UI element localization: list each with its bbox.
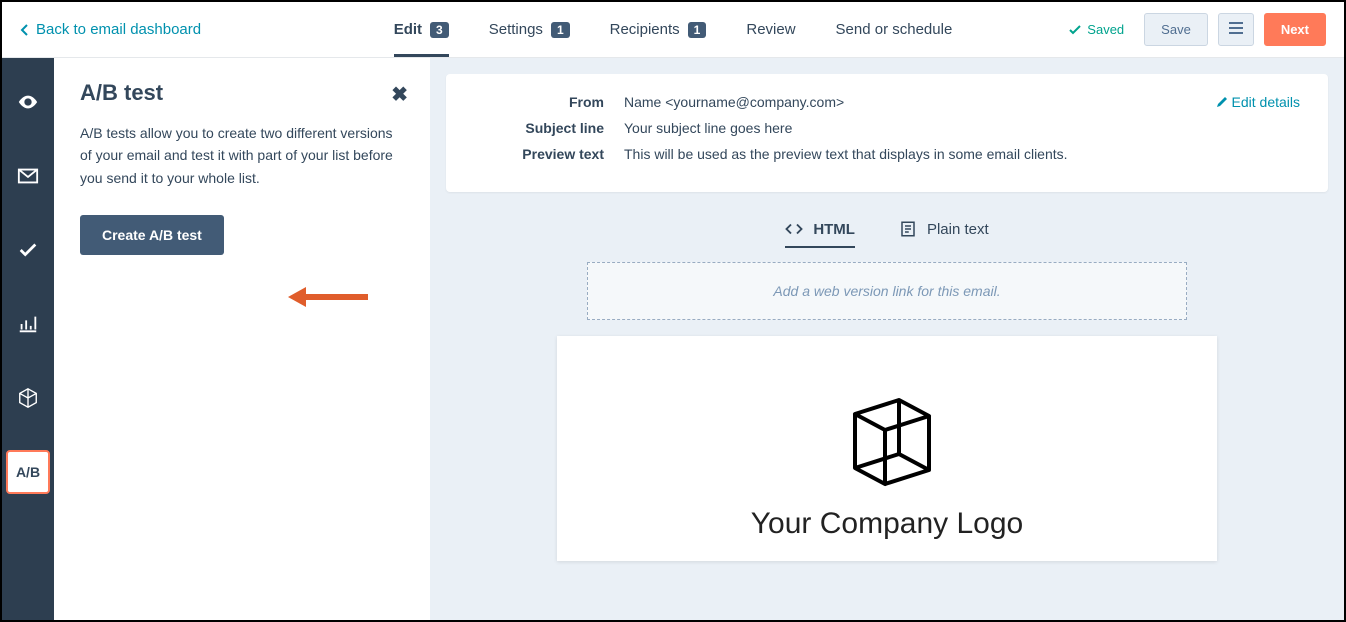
- from-value: Name <yourname@company.com>: [624, 94, 844, 110]
- preview-row: Preview text This will be used as the pr…: [474, 146, 1300, 162]
- rail-analytics[interactable]: [6, 302, 50, 346]
- rail-module[interactable]: [6, 376, 50, 420]
- subject-label: Subject line: [474, 120, 624, 136]
- subject-value: Your subject line goes here: [624, 120, 792, 136]
- header-actions: Saved Save Next: [1069, 13, 1326, 46]
- saved-indicator: Saved: [1069, 22, 1124, 37]
- tab-send[interactable]: Send or schedule: [836, 2, 953, 57]
- edit-details-label: Edit details: [1232, 94, 1300, 110]
- chart-icon: [17, 313, 39, 335]
- next-button[interactable]: Next: [1264, 13, 1326, 46]
- tab-edit[interactable]: Edit 3: [394, 2, 449, 57]
- view-tab-label: Plain text: [927, 221, 989, 238]
- menu-icon: [1229, 22, 1243, 34]
- tab-recipients[interactable]: Recipients 1: [610, 2, 707, 57]
- tab-label: Edit: [394, 21, 422, 38]
- back-label: Back to email dashboard: [36, 21, 201, 38]
- icon-rail: A/B: [2, 58, 54, 620]
- subject-row: Subject line Your subject line goes here: [474, 120, 1300, 136]
- close-icon[interactable]: ✖: [391, 82, 408, 107]
- arrow-icon: [288, 284, 368, 310]
- eye-icon: [17, 91, 39, 113]
- view-tabs: HTML Plain text: [446, 220, 1328, 248]
- tab-label: Send or schedule: [836, 21, 953, 38]
- panel-description: A/B tests allow you to create two differ…: [80, 122, 404, 189]
- company-logo: [577, 376, 1197, 499]
- main: A/B ✖ A/B test A/B tests allow you to cr…: [2, 58, 1344, 620]
- ab-panel: ✖ A/B test A/B tests allow you to create…: [54, 58, 430, 620]
- logo-text: Your Company Logo: [577, 507, 1197, 541]
- cube-icon: [827, 376, 947, 496]
- check-icon: [17, 239, 39, 261]
- tab-settings[interactable]: Settings 1: [489, 2, 570, 57]
- check-icon: [1069, 24, 1081, 36]
- view-tab-plain[interactable]: Plain text: [899, 220, 989, 248]
- back-link[interactable]: Back to email dashboard: [20, 21, 201, 38]
- rail-send[interactable]: [6, 154, 50, 198]
- edit-details-link[interactable]: Edit details: [1216, 94, 1300, 110]
- menu-button[interactable]: [1218, 13, 1254, 46]
- preview-value: This will be used as the preview text th…: [624, 146, 1068, 162]
- rail-check[interactable]: [6, 228, 50, 272]
- rail-preview[interactable]: [6, 80, 50, 124]
- view-tab-html[interactable]: HTML: [785, 220, 855, 248]
- canvas: Edit details From Name <yourname@company…: [430, 58, 1344, 620]
- tab-label: Settings: [489, 21, 543, 38]
- saved-label: Saved: [1087, 22, 1124, 37]
- tab-review[interactable]: Review: [746, 2, 795, 57]
- code-icon: [785, 220, 803, 238]
- document-icon: [899, 220, 917, 238]
- tab-label: Recipients: [610, 21, 680, 38]
- details-card: Edit details From Name <yourname@company…: [446, 74, 1328, 192]
- pencil-icon: [1216, 96, 1228, 108]
- tab-badge: 1: [688, 22, 707, 38]
- rail-ab[interactable]: A/B: [6, 450, 50, 494]
- from-label: From: [474, 94, 624, 110]
- tab-badge: 3: [430, 22, 449, 38]
- envelope-icon: [17, 165, 39, 187]
- top-bar: Back to email dashboard Edit 3 Settings …: [2, 2, 1344, 58]
- from-row: From Name <yourname@company.com>: [474, 94, 1300, 110]
- email-preview: Your Company Logo: [557, 336, 1217, 561]
- chevron-left-icon: [20, 24, 28, 36]
- cube-icon: [17, 387, 39, 409]
- preview-label: Preview text: [474, 146, 624, 162]
- tab-label: Review: [746, 21, 795, 38]
- annotation-arrow: [288, 284, 368, 313]
- tab-badge: 1: [551, 22, 570, 38]
- view-tab-label: HTML: [813, 221, 855, 238]
- save-button[interactable]: Save: [1144, 13, 1208, 46]
- web-version-placeholder[interactable]: Add a web version link for this email.: [587, 262, 1187, 320]
- panel-title: A/B test: [80, 80, 404, 106]
- create-ab-test-button[interactable]: Create A/B test: [80, 215, 224, 255]
